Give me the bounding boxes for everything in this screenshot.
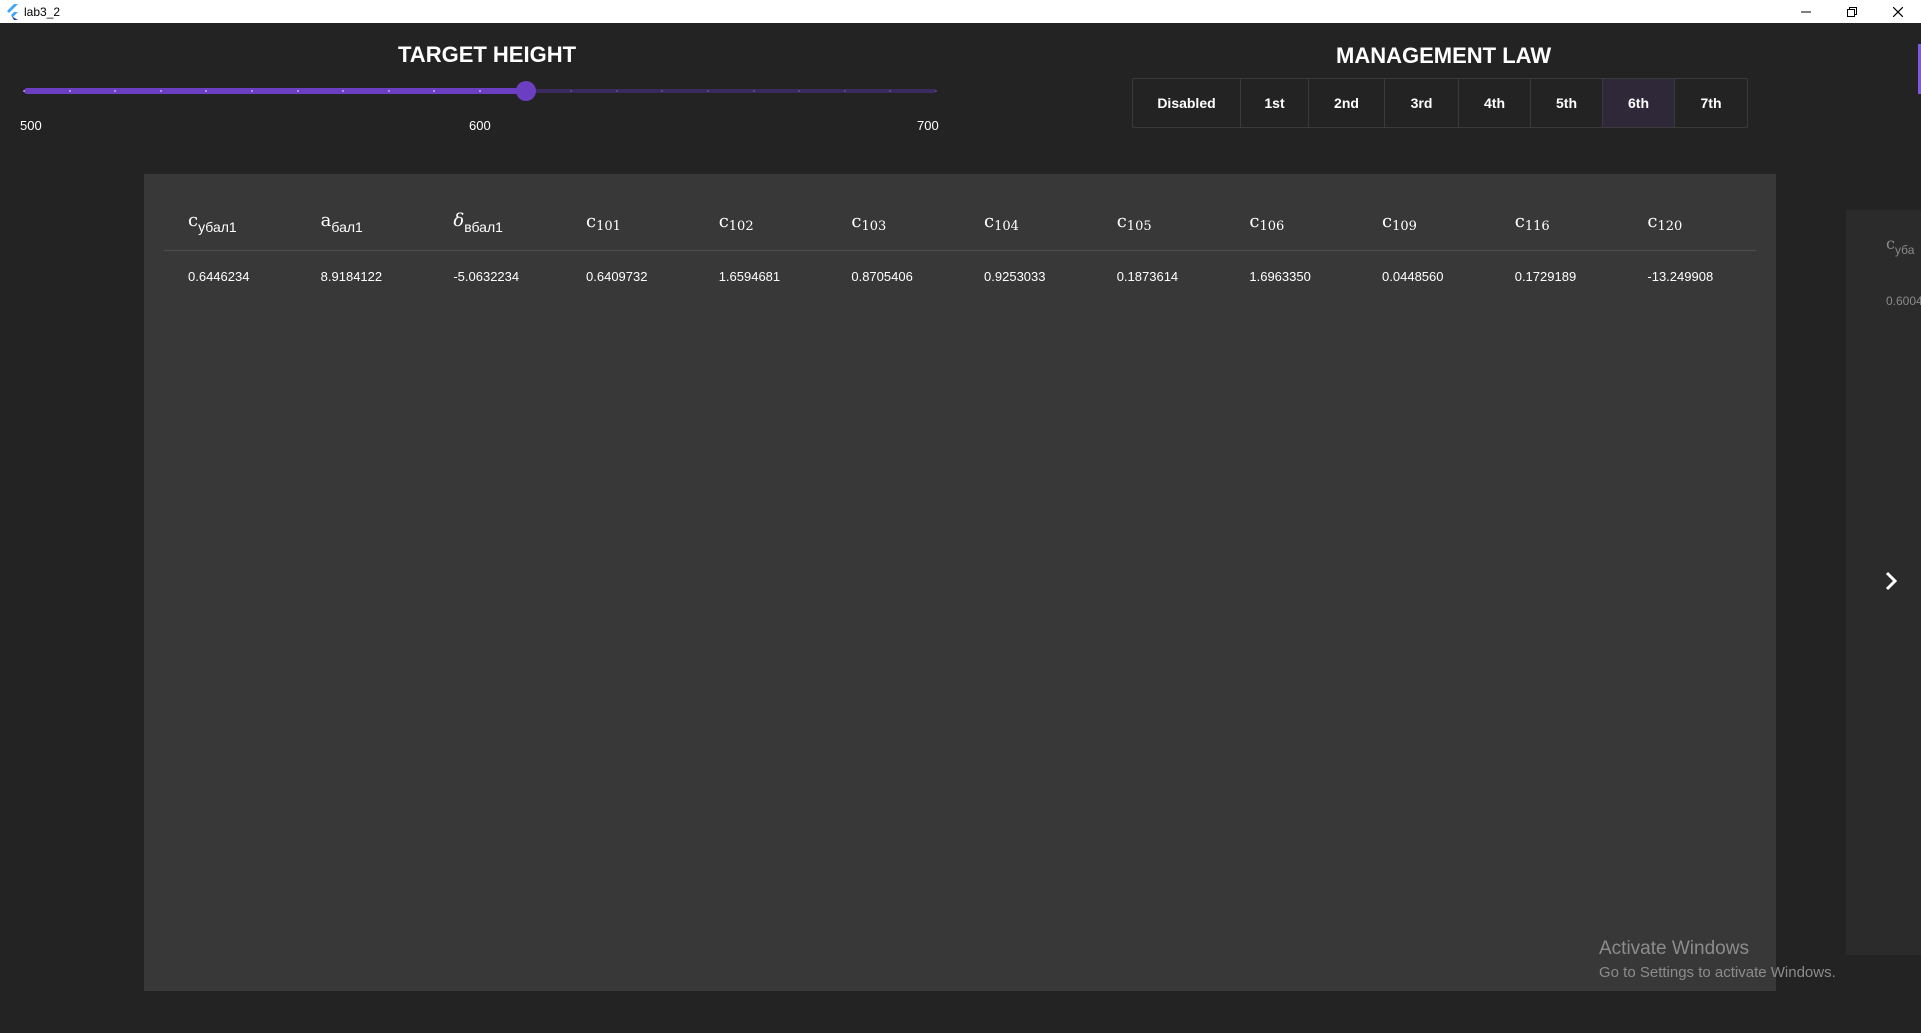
chevron-right-icon bbox=[1885, 571, 1898, 591]
table-cell: 0.1873614 bbox=[1093, 268, 1226, 284]
table-cell: 0.8705406 bbox=[827, 268, 961, 284]
table-cell: -13.249908 bbox=[1623, 268, 1757, 284]
slider-tick bbox=[387, 90, 390, 92]
column-header: c109 bbox=[1382, 210, 1417, 234]
law-option-4th[interactable]: 4th bbox=[1459, 79, 1531, 127]
slider-tick bbox=[23, 90, 25, 92]
minimize-button[interactable] bbox=[1783, 0, 1829, 23]
column-header: c120 bbox=[1647, 210, 1683, 234]
close-button[interactable] bbox=[1875, 0, 1921, 23]
close-icon bbox=[1893, 6, 1903, 17]
window-title: lab3_2 bbox=[24, 4, 61, 19]
slider-tick bbox=[935, 90, 937, 92]
management-law-title: MANAGEMENT LAW bbox=[1336, 43, 1552, 68]
table-cell: 0.1729189 bbox=[1491, 268, 1624, 284]
table-cell: 8.9184122 bbox=[297, 268, 430, 284]
flutter-app-icon bbox=[6, 3, 20, 20]
slider-tick bbox=[615, 90, 618, 92]
slider-tick bbox=[707, 90, 709, 92]
column-header: cубал1 bbox=[188, 209, 237, 235]
table-cell: 0.6446234 bbox=[164, 268, 297, 284]
target-height-title: TARGET HEIGHT bbox=[398, 42, 577, 67]
table-cell: 0.0448560 bbox=[1358, 268, 1491, 284]
column-header: c102 bbox=[718, 210, 754, 234]
slider-thumb[interactable] bbox=[515, 81, 536, 101]
law-option-2nd[interactable]: 2nd bbox=[1309, 79, 1385, 127]
column-header: c104 bbox=[984, 210, 1019, 234]
law-option-7th[interactable]: 7th bbox=[1675, 79, 1747, 127]
watermark-line1: Activate Windows bbox=[1599, 938, 1749, 959]
slider-tick bbox=[159, 90, 162, 92]
activate-windows-watermark: Activate Windows Go to Settings to activ… bbox=[1599, 938, 1836, 981]
table-cell: 0.6409732 bbox=[562, 268, 695, 284]
coefficients-card: cубал1 aбал1 δвбал1 c101 c102 c103 c104 c105 c10… bbox=[144, 174, 1776, 991]
slider-tick bbox=[479, 90, 481, 92]
slider-mid-label: 600 bbox=[469, 118, 491, 133]
column-header: c105 bbox=[1116, 210, 1152, 234]
law-option-6th[interactable]: 6th bbox=[1603, 79, 1675, 127]
slider-active-track bbox=[24, 88, 526, 94]
column-header: c101 bbox=[586, 210, 621, 234]
law-option-disabled[interactable]: Disabled bbox=[1133, 79, 1241, 127]
column-header: aбал1 bbox=[320, 209, 363, 235]
slider-tick bbox=[296, 90, 299, 92]
restore-icon bbox=[1847, 6, 1857, 17]
table-cell: -5.0632234 bbox=[429, 268, 563, 284]
preview-column-header: cуба bbox=[1886, 234, 1915, 257]
coefficients-table: cубал1 aбал1 δвбал1 c101 c102 c103 c104 c105 c10… bbox=[164, 194, 1757, 301]
minimize-icon bbox=[1801, 11, 1811, 12]
restore-button[interactable] bbox=[1829, 0, 1875, 23]
column-header: c103 bbox=[851, 210, 887, 234]
column-header: c106 bbox=[1249, 210, 1285, 234]
column-header: c116 bbox=[1514, 210, 1550, 234]
table-row: 0.6446234 8.9184122 -5.0632234 0.6409732 1.6… bbox=[164, 251, 1757, 301]
next-page-button[interactable] bbox=[1876, 566, 1906, 596]
watermark-line2: Go to Settings to activate Windows. bbox=[1599, 964, 1836, 981]
table-cell: 1.6594681 bbox=[695, 268, 828, 284]
slider-tick bbox=[843, 90, 846, 92]
window-titlebar: lab3_2 bbox=[0, 0, 1921, 23]
table-header-row: cубал1 aбал1 δвбал1 c101 c102 c103 c104 c105 c10… bbox=[164, 194, 1756, 251]
slider-max-label: 700 bbox=[917, 118, 939, 133]
law-option-5th[interactable]: 5th bbox=[1531, 79, 1603, 127]
law-option-3rd[interactable]: 3rd bbox=[1385, 79, 1459, 127]
column-header: δвбал1 bbox=[453, 209, 503, 235]
slider-tick bbox=[752, 90, 755, 92]
management-law-selector: Disabled 1st 2nd 3rd 4th 5th 6th 7th bbox=[1132, 78, 1748, 128]
slider-tick bbox=[251, 90, 253, 92]
table-cell: 1.6963350 bbox=[1225, 268, 1359, 284]
law-option-1st[interactable]: 1st bbox=[1241, 79, 1309, 127]
slider-tick bbox=[68, 90, 71, 92]
target-height-slider[interactable] bbox=[23, 80, 937, 102]
table-cell: 0.9253033 bbox=[960, 268, 1093, 284]
preview-value: 0.6004 bbox=[1886, 294, 1921, 308]
slider-min-label: 500 bbox=[20, 118, 42, 133]
